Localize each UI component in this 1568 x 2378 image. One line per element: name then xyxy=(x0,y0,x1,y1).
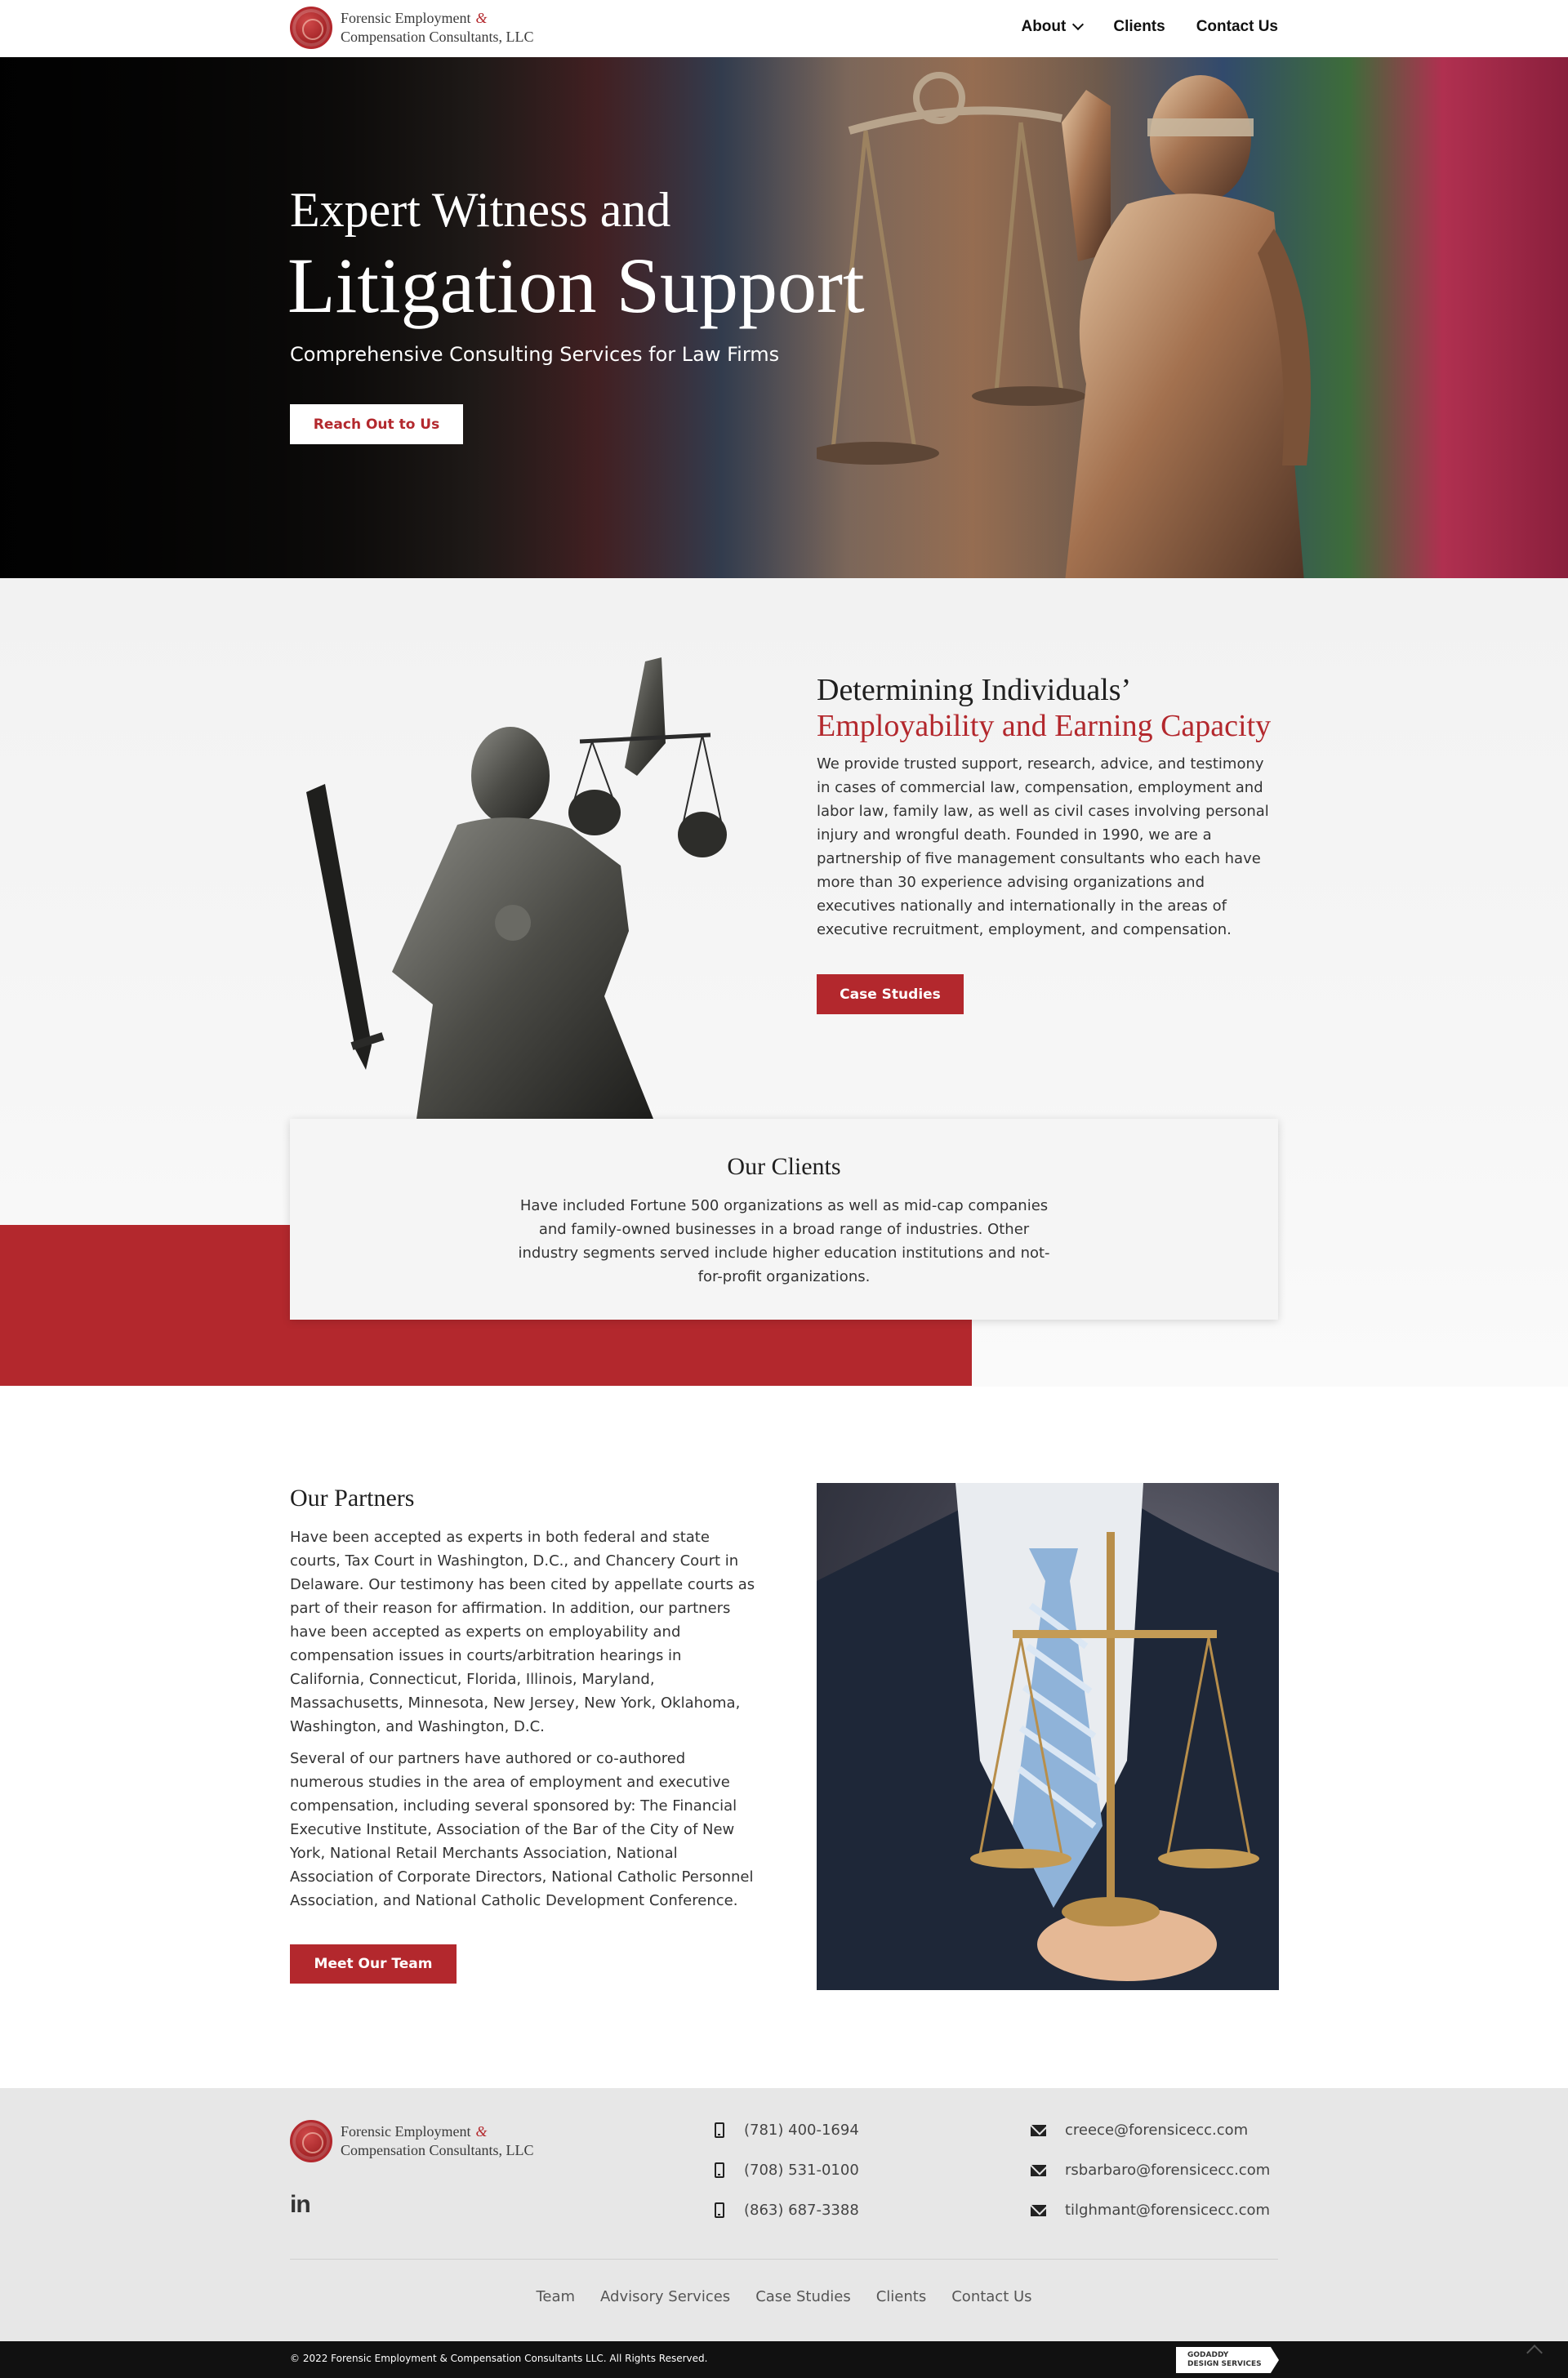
partners-paragraph-1: Have been accepted as experts in both fe… xyxy=(290,1529,755,1735)
hero-pretitle: Expert Witness and xyxy=(290,183,671,237)
partners-paragraph-2: Several of our partners have authored or… xyxy=(290,1750,754,1909)
site-logo[interactable]: Forensic Employment & Compensation Consul… xyxy=(290,7,534,49)
employability-heading-line2: Employability and Earning Capacity xyxy=(817,709,1272,743)
footer-nav: Team Advisory Services Case Studies Clie… xyxy=(0,2288,1568,2305)
justice-statue-image xyxy=(306,657,727,1119)
clients-card: Our Clients Have included Fortune 500 or… xyxy=(290,1119,1278,1320)
email-2[interactable]: rsbarbaro@forensicecc.com xyxy=(1031,2162,1270,2179)
godaddy-badge-line1: GODADDY xyxy=(1187,2351,1229,2359)
businessman-scales-image xyxy=(817,1483,1279,1990)
phone-1[interactable]: (781) 400-1694 xyxy=(715,2122,859,2139)
godaddy-badge[interactable]: GODADDY DESIGN SERVICES xyxy=(1176,2347,1279,2373)
logo-line2: Compensation Consultants, LLC xyxy=(341,29,534,45)
godaddy-badge-line2: DESIGN SERVICES xyxy=(1187,2360,1262,2368)
lady-justice-image xyxy=(817,72,1311,578)
reach-out-button[interactable]: Reach Out to Us xyxy=(290,404,463,444)
meet-our-team-button[interactable]: Meet Our Team xyxy=(290,1944,457,1984)
nav-clients[interactable]: Clients xyxy=(1113,18,1165,36)
phone-1-text: (781) 400-1694 xyxy=(744,2122,859,2139)
email-2-text: rsbarbaro@forensicecc.com xyxy=(1065,2162,1271,2179)
nav-contact[interactable]: Contact Us xyxy=(1196,18,1278,36)
hero-title: Litigation Support xyxy=(287,242,865,329)
nav-about-label: About xyxy=(1021,18,1067,35)
about-paragraph: We provide trusted support, research, ad… xyxy=(817,755,1269,938)
hero-subtitle: Comprehensive Consulting Services for La… xyxy=(290,343,780,366)
email-3[interactable]: tilghmant@forensicecc.com xyxy=(1031,2202,1270,2219)
phone-2[interactable]: (708) 531-0100 xyxy=(715,2162,859,2179)
footer-link-case-studies[interactable]: Case Studies xyxy=(755,2288,851,2305)
envelope-icon xyxy=(1031,2204,1046,2216)
copyright-text: © 2022 Forensic Employment & Compensatio… xyxy=(290,2353,708,2364)
linkedin-icon[interactable]: in xyxy=(290,2191,311,2219)
footer-link-clients[interactable]: Clients xyxy=(876,2288,927,2305)
footer-logo-line2: Compensation Consultants, LLC xyxy=(341,2142,534,2158)
employability-heading-line1: Determining Individuals’ xyxy=(817,673,1132,707)
clients-title: Our Clients xyxy=(727,1153,841,1180)
footer-logo[interactable]: Forensic Employment & Compensation Consul… xyxy=(290,2120,534,2162)
email-1[interactable]: creece@forensicecc.com xyxy=(1031,2122,1248,2139)
footer-logo-text: Forensic Employment & Compensation Consul… xyxy=(341,2122,534,2160)
site-header: Forensic Employment & Compensation Consul… xyxy=(0,0,1568,57)
envelope-icon xyxy=(1031,2124,1046,2136)
footer-logo-ampersand: & xyxy=(475,2123,488,2140)
footer-link-contact-us[interactable]: Contact Us xyxy=(951,2288,1031,2305)
case-studies-button[interactable]: Case Studies xyxy=(817,974,964,1014)
nav-about[interactable]: About xyxy=(1021,18,1085,36)
footer-logo-line1: Forensic Employment xyxy=(341,2123,471,2140)
phone-icon xyxy=(715,2122,724,2138)
hero-banner: Expert Witness and Litigation Support Co… xyxy=(0,57,1568,578)
logo-text: Forensic Employment & Compensation Consul… xyxy=(341,9,534,47)
email-3-text: tilghmant@forensicecc.com xyxy=(1065,2202,1271,2219)
bottom-bar: © 2022 Forensic Employment & Compensatio… xyxy=(0,2341,1568,2378)
email-1-text: creece@forensicecc.com xyxy=(1065,2122,1249,2139)
partners-title: Our Partners xyxy=(290,1485,415,1512)
main-nav: About Clients Contact Us xyxy=(1021,18,1278,36)
phone-2-text: (708) 531-0100 xyxy=(744,2162,859,2179)
phone-icon xyxy=(715,2162,724,2178)
logo-seal-icon xyxy=(290,7,332,49)
footer-divider xyxy=(290,2259,1278,2260)
phone-icon xyxy=(715,2202,724,2218)
chevron-down-icon xyxy=(1072,18,1085,31)
footer-link-team[interactable]: Team xyxy=(536,2288,575,2305)
phone-3[interactable]: (863) 687-3388 xyxy=(715,2202,859,2219)
phone-3-text: (863) 687-3388 xyxy=(744,2202,859,2219)
clients-text: Have included Fortune 500 organizations … xyxy=(518,1197,1050,1285)
footer-link-advisory-services[interactable]: Advisory Services xyxy=(600,2288,730,2305)
logo-ampersand: & xyxy=(475,10,488,26)
scales-illustration xyxy=(817,1483,1279,1990)
logo-line1: Forensic Employment xyxy=(341,10,471,26)
envelope-icon xyxy=(1031,2164,1046,2176)
footer-logo-seal-icon xyxy=(290,2120,332,2162)
